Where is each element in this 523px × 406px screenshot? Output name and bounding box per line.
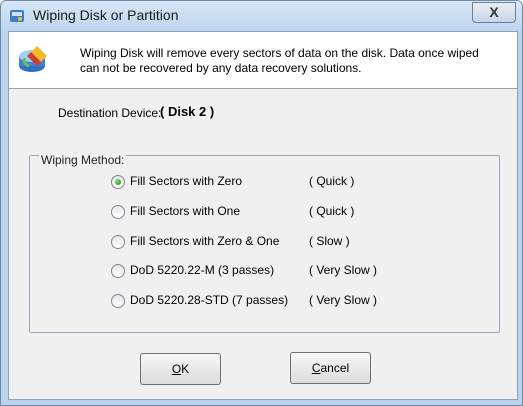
- radio-button[interactable]: [111, 205, 125, 219]
- wiping-method-title: Wiping Method:: [39, 153, 127, 167]
- radio-selected-dot: [115, 179, 121, 185]
- warning-message: Wiping Disk will remove every sectors of…: [80, 46, 479, 75]
- dialog-body: Wiping Disk will remove every sectors of…: [8, 31, 518, 400]
- title-bar[interactable]: Wiping Disk or Partition X: [1, 1, 522, 31]
- radio-button[interactable]: [111, 235, 125, 249]
- window-title: Wiping Disk or Partition: [33, 7, 179, 23]
- radio-button[interactable]: [111, 175, 125, 189]
- info-header: Wiping Disk will remove every sectors of…: [9, 32, 517, 89]
- app-icon: [10, 10, 24, 22]
- option-label: Fill Sectors with Zero: [130, 174, 243, 188]
- disk-wipe-icon: [19, 46, 47, 72]
- close-icon: X: [489, 4, 499, 20]
- close-button[interactable]: X: [472, 2, 516, 23]
- cancel-label-rest: ancel: [320, 361, 350, 375]
- cancel-button[interactable]: Cancel: [290, 352, 371, 384]
- option-speed: ( Quick ): [309, 174, 355, 188]
- radio-button[interactable]: [111, 264, 125, 278]
- destination-value: ( Disk 2 ): [160, 104, 215, 119]
- option-label: DoD 5220.28-STD (7 passes): [130, 293, 289, 307]
- destination-label: Destination Device:: [58, 106, 162, 120]
- option-speed: ( Quick ): [309, 204, 355, 218]
- option-label: DoD 5220.22-M (3 passes): [130, 263, 275, 277]
- option-label: Fill Sectors with One: [130, 204, 241, 218]
- dialog-window: Wiping Disk or Partition X Wiping Disk w…: [0, 0, 523, 406]
- radio-button[interactable]: [111, 294, 125, 308]
- option-speed: ( Slow ): [309, 234, 350, 248]
- option-speed: ( Very Slow ): [309, 263, 378, 277]
- option-label: Fill Sectors with Zero & One: [130, 234, 280, 248]
- ok-mnemonic: O: [171, 362, 182, 376]
- ok-button[interactable]: OK: [140, 353, 221, 385]
- ok-label-rest: K: [181, 362, 190, 376]
- option-speed: ( Very Slow ): [309, 293, 378, 307]
